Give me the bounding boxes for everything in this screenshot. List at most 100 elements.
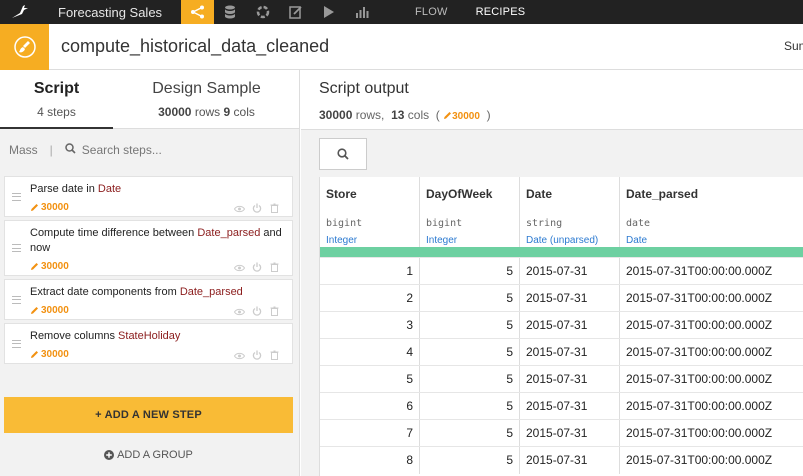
table-cell[interactable]: 6 [320,393,420,420]
column-meaning[interactable]: Integer [326,235,419,246]
table-cell[interactable]: 5 [420,366,520,393]
tab-script-label: Script [33,80,80,97]
tab-script[interactable]: Script 4 steps [0,70,113,129]
trash-icon[interactable] [270,202,280,213]
table-cell[interactable]: 3 [320,312,420,339]
eye-icon[interactable] [233,349,246,360]
step-item[interactable]: Extract date components from Date_parsed… [4,279,293,320]
table-cell[interactable]: 2015-07-31 [520,285,620,312]
table-cell[interactable]: 2015-07-31T00:00:00.000Z [620,366,803,393]
table-cell[interactable]: 5 [420,420,520,447]
column-header[interactable]: Date_parsed date Date [620,177,803,247]
output-header: Script output 30000 rows, 13 cols ( 3000… [301,70,803,130]
tab-design-sample[interactable]: Design Sample 30000 rows 9 cols [130,70,283,129]
add-group-button[interactable]: ADD A GROUP [4,445,293,465]
drag-handle-icon[interactable] [12,339,21,348]
summary-tab[interactable]: Sum [784,39,803,53]
table-cell[interactable]: 2015-07-31T00:00:00.000Z [620,312,803,339]
datasets-icon[interactable] [214,0,246,24]
flow-icon[interactable] [181,0,214,24]
column-header[interactable]: DayOfWeek bigint Integer [420,177,520,247]
column-meaning[interactable]: Date [626,235,803,246]
column-storage-type: bigint [426,218,463,229]
nav-link-recipes[interactable]: RECIPES [476,6,526,18]
power-toggle-icon[interactable] [252,305,262,316]
column-header[interactable]: Store bigint Integer [320,177,420,247]
table-cell[interactable]: 5 [420,339,520,366]
drag-handle-icon[interactable] [12,295,21,304]
add-group-label: ADD A GROUP [117,449,193,461]
trash-icon[interactable] [270,349,280,360]
table-cell[interactable]: 2015-07-31 [520,258,620,285]
drag-handle-icon[interactable] [12,244,21,252]
power-toggle-icon[interactable] [252,202,262,213]
table-cell[interactable]: 2015-07-31 [520,312,620,339]
recipes-circle-icon[interactable] [246,0,279,24]
column-name: Store [326,187,357,201]
tab-design-label: Design Sample [152,80,261,97]
power-toggle-icon[interactable] [252,349,262,360]
eye-icon[interactable] [233,202,246,213]
table-cell[interactable]: 2015-07-31 [520,420,620,447]
project-name[interactable]: Forecasting Sales [58,5,181,20]
table-cell[interactable]: 5 [420,258,520,285]
table-cell[interactable]: 2015-07-31T00:00:00.000Z [620,393,803,420]
table-cell[interactable]: 2015-07-31 [520,447,620,474]
table-row: 7 5 2015-07-31 2015-07-31T00:00:00.000Z [320,419,803,447]
output-count-badge[interactable]: 30000 [452,111,480,122]
script-panel: Script 4 steps Design Sample 30000 rows … [0,70,300,476]
table-cell[interactable]: 8 [320,447,420,474]
table-cell[interactable]: 5 [420,285,520,312]
mass-action-toggle[interactable]: Mass [9,143,38,157]
trash-icon[interactable] [270,305,280,316]
trash-icon[interactable] [270,261,280,272]
eye-icon[interactable] [233,305,246,316]
step-description: Parse date in Date [30,183,122,195]
column-storage-type: date [626,218,651,229]
pencil-icon [443,109,452,123]
step-column-ref: Date [97,183,122,195]
step-item[interactable]: Parse date in Date 30000 [4,176,293,217]
bird-logo-icon[interactable] [0,0,40,24]
table-row: 5 5 2015-07-31 2015-07-31T00:00:00.000Z [320,365,803,393]
table-cell[interactable]: 5 [320,366,420,393]
table-cell[interactable]: 2 [320,285,420,312]
table-cell[interactable]: 1 [320,258,420,285]
table-cell[interactable]: 2015-07-31T00:00:00.000Z [620,447,803,474]
table-search-button[interactable] [319,138,367,170]
table-cell[interactable]: 2015-07-31 [520,393,620,420]
dashboard-bars-icon[interactable] [345,0,378,24]
table-cell[interactable]: 2015-07-31 [520,366,620,393]
table-row: 4 5 2015-07-31 2015-07-31T00:00:00.000Z [320,338,803,366]
table-cell[interactable]: 5 [420,393,520,420]
step-item[interactable]: Remove columns StateHoliday 30000 [4,323,293,364]
table-cell[interactable]: 2015-07-31T00:00:00.000Z [620,258,803,285]
column-storage-type: bigint [326,218,363,229]
table-row: 6 5 2015-07-31 2015-07-31T00:00:00.000Z [320,392,803,420]
add-step-button[interactable]: + ADD A NEW STEP [4,397,293,433]
table-cell[interactable]: 5 [420,312,520,339]
play-icon[interactable] [312,0,345,24]
table-cell[interactable]: 2015-07-31T00:00:00.000Z [620,285,803,312]
search-icon [337,148,349,160]
step-item[interactable]: Compute time difference between Date_par… [4,220,293,276]
column-storage-type: string [526,218,563,229]
notebook-icon[interactable] [279,0,312,24]
nav-link-flow[interactable]: FLOW [415,6,448,18]
column-meaning[interactable]: Integer [426,235,519,246]
search-steps-input[interactable]: Search steps... [82,143,162,157]
data-table: Store bigint Integer DayOfWeek bigint Integer… [319,177,803,476]
drag-handle-icon[interactable] [12,192,21,201]
table-cell[interactable]: 2015-07-31T00:00:00.000Z [620,420,803,447]
table-cell[interactable]: 4 [320,339,420,366]
table-cell[interactable]: 7 [320,420,420,447]
table-cell[interactable]: 2015-07-31 [520,339,620,366]
steps-searchbar: Mass | Search steps... [9,143,162,157]
table-cell[interactable]: 5 [420,447,520,474]
column-meaning[interactable]: Date (unparsed) [526,235,619,246]
power-toggle-icon[interactable] [252,261,262,272]
column-validity-bar [320,247,803,257]
eye-icon[interactable] [233,261,246,272]
table-cell[interactable]: 2015-07-31T00:00:00.000Z [620,339,803,366]
column-header[interactable]: Date string Date (unparsed) [520,177,620,247]
